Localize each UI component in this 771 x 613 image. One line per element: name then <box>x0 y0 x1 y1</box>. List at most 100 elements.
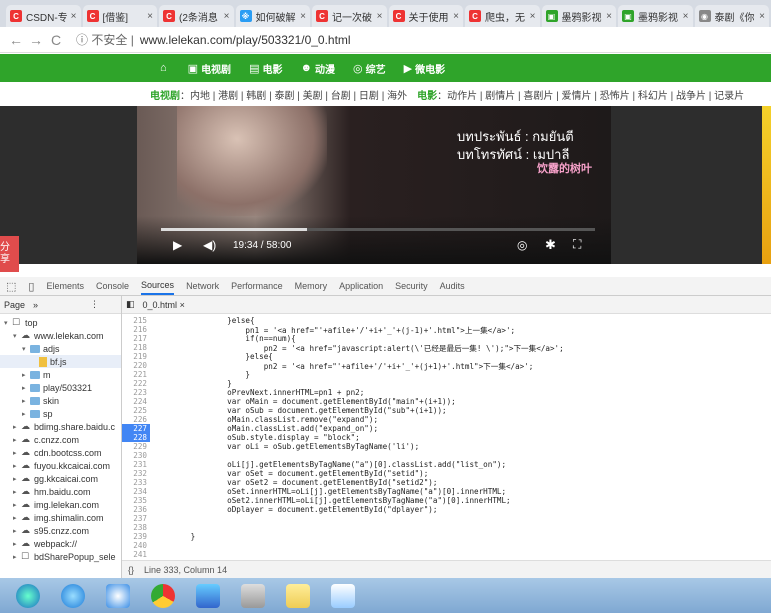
line-number[interactable]: 231 <box>122 460 150 469</box>
progress-bar[interactable] <box>161 228 595 231</box>
tab-close-icon[interactable]: × <box>683 11 689 22</box>
line-number[interactable]: 237 <box>122 514 150 523</box>
tree-node[interactable]: ▾ ☁ www.lelekan.com <box>0 329 121 342</box>
tree-node[interactable]: ▸ skin <box>0 394 121 407</box>
browser-tab[interactable]: C 记一次破 × <box>312 5 387 27</box>
line-number[interactable]: 241 <box>122 550 150 559</box>
line-number[interactable]: 218 <box>122 343 150 352</box>
tree-node[interactable]: ▸ ☁ s95.cnzz.com <box>0 524 121 537</box>
video-player[interactable]: บทประพันธ์ : กมยันตี บทโทรทัศน์ : เมปาลี… <box>137 106 611 264</box>
expand-arrow-icon[interactable]: ▸ <box>13 514 21 522</box>
line-number[interactable]: 235 <box>122 496 150 505</box>
devtools-tab-sources[interactable]: Sources <box>141 277 175 295</box>
tree-node[interactable]: ▸ ☁ webpack:// <box>0 537 121 550</box>
navigator-page-tab[interactable]: Page <box>4 300 25 310</box>
toggle-navigator-icon[interactable]: ◧ <box>126 299 135 310</box>
taskbar-button[interactable] <box>8 581 48 611</box>
subnav-tv-links[interactable]: ：内地 | 港剧 | 韩剧 | 泰剧 | 美剧 | 台剧 | 日剧 | 海外 <box>180 87 407 102</box>
line-number[interactable]: 223 <box>122 388 150 397</box>
expand-arrow-icon[interactable]: ▾ <box>13 332 21 340</box>
line-number[interactable]: 220 <box>122 361 150 370</box>
fullscreen-icon[interactable]: ⛶ <box>573 237 581 252</box>
tab-close-icon[interactable]: × <box>377 11 383 22</box>
breakpoint-line-number[interactable]: 227 <box>122 424 150 433</box>
tree-node[interactable]: ▸ ☁ bdimg.share.baidu.c <box>0 420 121 433</box>
expand-arrow-icon[interactable]: ▾ <box>4 319 12 327</box>
site-nav-item[interactable]: ☻ 动漫 <box>300 61 335 76</box>
browser-tab[interactable]: C 爬虫，无 × <box>465 5 540 27</box>
expand-arrow-icon[interactable]: ▸ <box>13 449 21 457</box>
code-view[interactable]: 215 }else{216 pn1 = '<a href="'+afile+'/… <box>122 314 771 560</box>
line-number[interactable]: 236 <box>122 505 150 514</box>
tree-node[interactable]: ▸ ☁ cdn.bootcss.com <box>0 446 121 459</box>
tree-node[interactable]: ▸ ☁ img.shimalin.com <box>0 511 121 524</box>
line-number[interactable]: 219 <box>122 352 150 361</box>
tree-node[interactable]: ▸ ☁ gg.kkcaicai.com <box>0 472 121 485</box>
taskbar-button[interactable] <box>98 581 138 611</box>
tree-node[interactable]: ▸ ☐ bdSharePopup_sele <box>0 550 121 563</box>
expand-arrow-icon[interactable]: ▸ <box>13 488 21 496</box>
taskbar-button[interactable] <box>233 581 273 611</box>
line-number[interactable]: 229 <box>122 442 150 451</box>
tab-close-icon[interactable]: × <box>606 11 612 22</box>
taskbar-button[interactable] <box>188 581 228 611</box>
url-field[interactable]: ⓘ 不安全 | www.lelekan.com/play/503321/0_0.… <box>76 31 351 48</box>
expand-arrow-icon[interactable]: ▸ <box>13 436 21 444</box>
expand-arrow-icon[interactable]: ▸ <box>13 527 21 535</box>
screenshot-icon[interactable]: ◎ <box>517 238 527 252</box>
line-number[interactable]: 234 <box>122 487 150 496</box>
expand-arrow-icon[interactable]: ▸ <box>22 371 30 379</box>
site-nav-item[interactable]: ◎ 综艺 <box>353 61 386 76</box>
settings-icon[interactable]: ✱ <box>545 237 556 253</box>
tree-node[interactable]: ▸ sp <box>0 407 121 420</box>
line-number[interactable]: 240 <box>122 541 150 550</box>
site-nav-item[interactable]: ▣ 电视剧 <box>188 61 231 76</box>
expand-arrow-icon[interactable]: ▾ <box>22 345 30 353</box>
devtools-tab-memory[interactable]: Memory <box>295 278 328 294</box>
editor-tab[interactable]: 0_0.html × <box>143 300 185 310</box>
subnav-movie-label[interactable]: 电影 <box>417 87 437 102</box>
tree-node[interactable]: ▾ adjs <box>0 342 121 355</box>
devtools-tab-security[interactable]: Security <box>395 278 428 294</box>
expand-arrow-icon[interactable]: ▸ <box>22 384 30 392</box>
line-number[interactable]: 225 <box>122 406 150 415</box>
line-number[interactable]: 232 <box>122 469 150 478</box>
subnav-movie-links[interactable]: ：动作片 | 剧情片 | 喜剧片 | 爱情片 | 恐怖片 | 科幻片 | 战争片… <box>437 87 744 102</box>
expand-arrow-icon[interactable]: ▸ <box>13 553 21 561</box>
tree-node[interactable]: ▾ ☐ top <box>0 316 121 329</box>
devtools-tab-application[interactable]: Application <box>339 278 383 294</box>
site-nav-item[interactable]: ▶ 微电影 <box>404 61 445 76</box>
security-indicator[interactable]: ⓘ 不安全 | <box>76 31 134 48</box>
expand-arrow-icon[interactable]: ▸ <box>13 540 21 548</box>
pretty-print-icon[interactable]: {} <box>128 565 134 575</box>
kebab-menu-icon[interactable]: ⋮ <box>90 299 99 310</box>
tree-node[interactable]: bf.js <box>0 355 121 368</box>
more-tabs-icon[interactable]: » <box>33 300 38 310</box>
back-icon[interactable]: ← <box>6 32 26 48</box>
subnav-tv-label[interactable]: 电视剧 <box>150 87 180 102</box>
breakpoint-line-number[interactable]: 228 <box>122 433 150 442</box>
devtools-tab-console[interactable]: Console <box>96 278 129 294</box>
browser-tab[interactable]: C 关于使用 × <box>388 5 463 27</box>
tab-close-icon[interactable]: × <box>530 11 536 22</box>
browser-tab[interactable]: ▣ 墨鸦影视 × <box>541 5 616 27</box>
browser-tab[interactable]: C CSDN-专 × <box>6 5 81 27</box>
site-nav-item[interactable]: ▤ 电影 <box>249 61 282 76</box>
taskbar-button[interactable] <box>278 581 318 611</box>
line-number[interactable]: 239 <box>122 532 150 541</box>
site-nav-item[interactable]: ⌂ <box>160 62 170 74</box>
tab-close-icon[interactable]: × <box>71 11 77 22</box>
tab-close-icon[interactable]: × <box>147 11 153 22</box>
tree-node[interactable]: ▸ m <box>0 368 121 381</box>
play-icon[interactable]: ▶ <box>173 238 182 252</box>
line-number[interactable]: 217 <box>122 334 150 343</box>
devtools-tab-performance[interactable]: Performance <box>231 278 283 294</box>
line-number[interactable]: 233 <box>122 478 150 487</box>
share-button[interactable]: 分享 <box>0 236 19 272</box>
expand-arrow-icon[interactable]: ▸ <box>13 462 21 470</box>
expand-arrow-icon[interactable]: ▸ <box>22 410 30 418</box>
tab-close-icon[interactable]: × <box>453 11 459 22</box>
expand-arrow-icon[interactable]: ▸ <box>22 397 30 405</box>
line-number[interactable]: 230 <box>122 451 150 460</box>
devtools-tab-elements[interactable]: Elements <box>46 278 84 294</box>
